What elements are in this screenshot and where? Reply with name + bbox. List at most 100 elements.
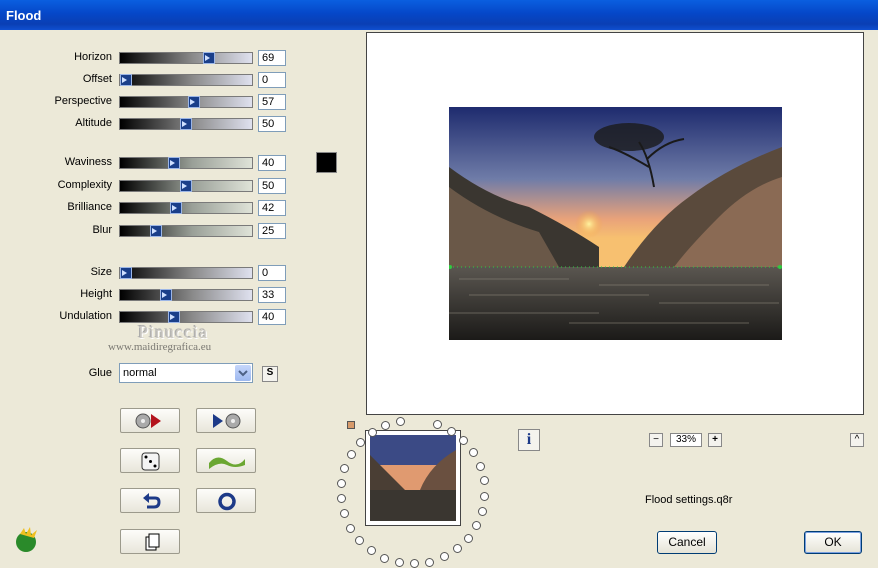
slider-row: Perspective 57 — [0, 94, 300, 110]
slider-row: Blur 25 — [0, 223, 300, 240]
info-button[interactable]: i — [518, 429, 540, 451]
offset-slider-thumb[interactable] — [120, 74, 132, 86]
altitude-slider[interactable] — [119, 118, 253, 130]
size-slider-thumb[interactable] — [120, 267, 132, 279]
dial-tick[interactable] — [452, 544, 462, 554]
waviness-value-field[interactable]: 40 — [258, 155, 286, 171]
color-swatch[interactable] — [316, 152, 337, 173]
blur-label: Blur — [92, 224, 112, 237]
dial-tick[interactable] — [433, 419, 443, 429]
dial-tick[interactable] — [379, 553, 389, 563]
perspective-value-field[interactable]: 57 — [258, 94, 286, 110]
dial-tick[interactable] — [367, 428, 377, 438]
random-dice-button[interactable] — [120, 448, 180, 473]
waviness-slider[interactable] — [119, 157, 253, 169]
complexity-slider-thumb[interactable] — [180, 179, 192, 192]
perspective-slider-thumb[interactable] — [188, 96, 200, 108]
height-label: Height — [80, 288, 112, 300]
s-button[interactable]: S — [262, 366, 278, 382]
blur-slider-thumb[interactable] — [150, 225, 162, 238]
info-icon: i — [526, 431, 532, 448]
slider-row: Complexity 50 — [0, 177, 300, 194]
preview-image — [449, 107, 782, 340]
cancel-button[interactable]: Cancel — [657, 531, 717, 554]
undulation-value-field[interactable]: 40 — [258, 309, 286, 325]
blur-value-field[interactable]: 25 — [258, 223, 286, 240]
dial-tick[interactable] — [477, 506, 487, 516]
horizon-slider-thumb[interactable] — [203, 52, 215, 64]
altitude-label: Altitude — [75, 117, 112, 129]
waviness-slider-thumb[interactable] — [168, 157, 180, 169]
zoom-value: 33% — [670, 433, 702, 447]
copy-button[interactable] — [120, 529, 180, 554]
settings-filename: Flood settings.q8r — [645, 494, 733, 506]
size-slider[interactable] — [119, 267, 253, 279]
dial-tick[interactable] — [425, 557, 435, 567]
dial-tick[interactable] — [355, 535, 365, 545]
ok-button[interactable]: OK — [804, 531, 862, 554]
dial-tick[interactable] — [346, 523, 356, 533]
horizon-label: Horizon — [74, 51, 112, 63]
waviness-label: Waviness — [64, 156, 112, 168]
brilliance-slider[interactable] — [119, 202, 253, 215]
next-preset-button[interactable] — [196, 408, 256, 433]
offset-label: Offset — [82, 73, 112, 85]
dial-tick[interactable] — [439, 552, 449, 562]
height-slider[interactable] — [119, 289, 253, 301]
dial-tick[interactable] — [394, 558, 404, 568]
dial-tick[interactable] — [366, 546, 376, 556]
offset-slider[interactable] — [119, 74, 253, 86]
scroll-up-button[interactable]: ^ — [850, 433, 864, 447]
dial-tick[interactable] — [446, 426, 456, 436]
horizon-value-field[interactable]: 69 — [258, 50, 286, 66]
size-label: Size — [90, 266, 112, 278]
watermark: Pinuccia www.maidiregrafica.eu — [108, 322, 248, 353]
perspective-slider[interactable] — [119, 96, 253, 108]
thumbnail-frame[interactable] — [365, 430, 461, 526]
dial-tick[interactable] — [458, 436, 468, 446]
height-slider-thumb[interactable] — [160, 289, 172, 301]
complexity-value-field[interactable]: 50 — [258, 177, 286, 194]
brilliance-value-field[interactable]: 42 — [258, 200, 286, 217]
thumbnail-image — [370, 435, 456, 521]
altitude-value-field[interactable]: 50 — [258, 116, 286, 132]
title-bar: Flood — [0, 0, 878, 30]
horizon-slider[interactable] — [119, 52, 253, 64]
slider-row: Offset 0 — [0, 72, 300, 88]
height-value-field[interactable]: 33 — [258, 287, 286, 303]
app-logo-icon — [12, 526, 42, 557]
blur-slider[interactable] — [119, 225, 253, 238]
undo-button[interactable] — [120, 488, 180, 513]
glue-select[interactable]: normal — [119, 363, 253, 383]
brilliance-label: Brilliance — [67, 201, 112, 214]
offset-value-field[interactable]: 0 — [258, 72, 286, 88]
complexity-label: Complexity — [57, 178, 112, 191]
slider-row: Brilliance 42 — [0, 200, 300, 217]
complexity-slider[interactable] — [119, 179, 253, 192]
slider-row: Size 0 — [0, 265, 300, 281]
slider-row: Height 33 — [0, 287, 300, 303]
thumbnail-handle[interactable] — [347, 421, 355, 429]
wave-button[interactable] — [196, 448, 256, 473]
altitude-slider-thumb[interactable] — [180, 118, 192, 130]
dial-tick[interactable] — [395, 416, 405, 426]
dial-tick[interactable] — [475, 461, 485, 471]
watermark-site: www.maidiregrafica.eu — [108, 341, 212, 353]
dial-tick[interactable] — [479, 476, 489, 486]
slider-row: Waviness 40 — [0, 155, 300, 171]
watermark-name: Pinuccia — [138, 322, 208, 342]
reset-button[interactable] — [196, 488, 256, 513]
glue-label: Glue — [88, 367, 112, 379]
dial-tick[interactable] — [468, 447, 478, 457]
glue-select-value: normal — [123, 367, 157, 379]
undulation-label: Undulation — [59, 310, 112, 322]
perspective-label: Perspective — [54, 95, 112, 107]
brilliance-slider-thumb[interactable] — [170, 202, 182, 215]
previous-preset-button[interactable] — [120, 408, 180, 433]
size-value-field[interactable]: 0 — [258, 265, 286, 281]
chevron-down-icon[interactable] — [235, 365, 251, 381]
dial-tick[interactable] — [463, 533, 473, 543]
zoom-out-button[interactable]: − — [649, 433, 663, 447]
zoom-in-button[interactable]: + — [708, 433, 722, 447]
slider-row: Horizon 69 — [0, 50, 300, 66]
